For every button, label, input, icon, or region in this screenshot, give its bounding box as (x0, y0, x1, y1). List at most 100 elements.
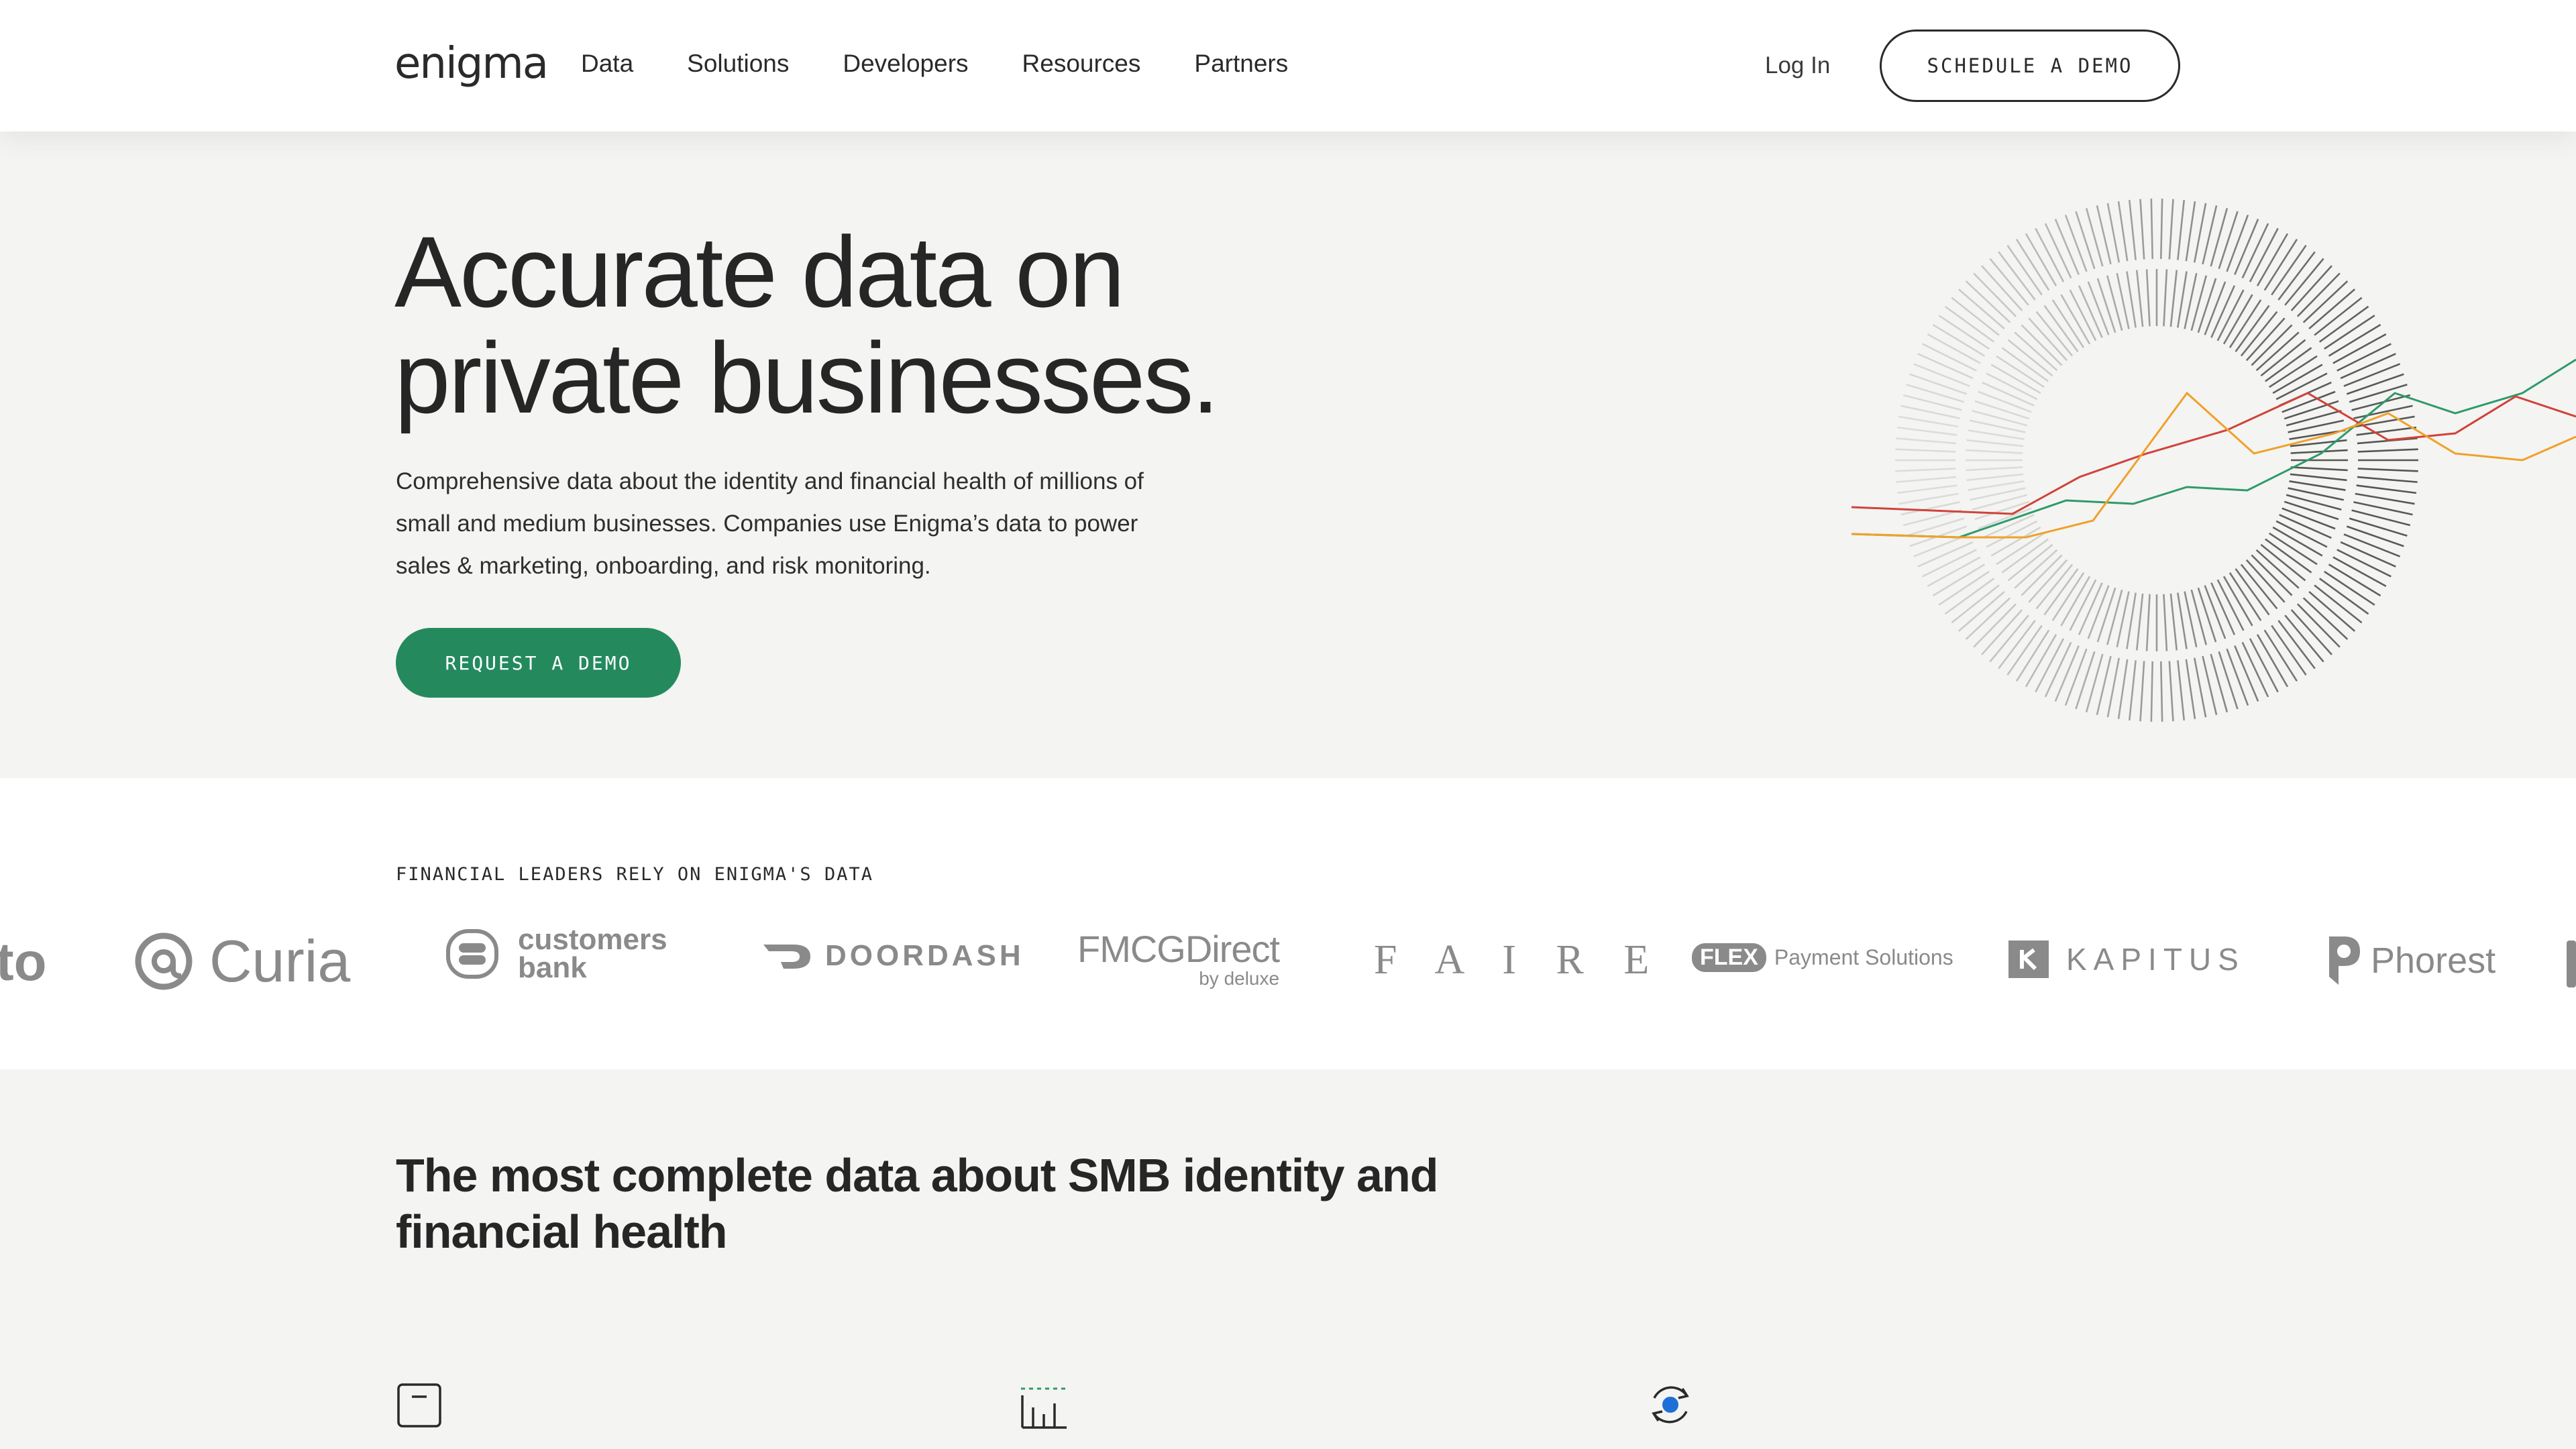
nav-item-data[interactable]: Data (581, 50, 633, 78)
radial-tick (2128, 200, 2137, 260)
radial-tick (1906, 517, 1965, 537)
radial-tick (1895, 448, 1956, 453)
radial-tick (2197, 278, 2217, 333)
radial-tick (2340, 353, 2396, 380)
hero-description: Comprehensive data about the identity an… (396, 460, 1228, 587)
radial-tick (2145, 594, 2151, 651)
radial-tick (2169, 270, 2178, 327)
main-nav: Data Solutions Developers Resources Part… (581, 50, 1288, 78)
radial-tick (2075, 651, 2096, 710)
login-link[interactable]: Log In (1765, 52, 1830, 79)
radial-tick (2218, 651, 2239, 710)
radial-tick (2075, 211, 2096, 270)
radial-tick (2106, 203, 2121, 263)
radial-tick (2204, 585, 2226, 639)
radial-tick (2185, 659, 2196, 720)
curia-text: Curia (209, 928, 351, 994)
radial-tick (2251, 554, 2293, 596)
fmcg-text: FMCGDirect (1077, 928, 1280, 970)
nav-item-solutions[interactable]: Solutions (687, 50, 789, 78)
radial-tick (2117, 201, 2129, 262)
customers-text: customers (518, 923, 667, 956)
radial-tick (2054, 645, 2080, 702)
radial-tick (2356, 484, 2417, 494)
radial-tick (2193, 203, 2207, 263)
radial-tick (2226, 648, 2249, 706)
hero-description-line-3: sales & marketing, onboarding, and risk … (396, 553, 931, 579)
radial-tick (2168, 661, 2174, 722)
radial-tick (1968, 480, 2025, 491)
partial-brand-icon (2567, 941, 2576, 987)
phorest-icon (2329, 936, 2360, 985)
enigma-logo[interactable]: enigma (394, 39, 549, 89)
radial-rings (1895, 199, 2418, 722)
radial-tick (2128, 660, 2137, 720)
radial-tick (1968, 429, 2025, 440)
radial-tick (2346, 525, 2404, 547)
bank-text: bank (518, 951, 587, 984)
features-section: The most complete data about SMB identit… (0, 1069, 2576, 1449)
radial-tick (2290, 473, 2347, 482)
radial-tick (2290, 449, 2348, 454)
radial-tick (2163, 594, 2168, 651)
radial-tick (2177, 271, 2188, 328)
bar-chart-icon (1021, 1387, 1067, 1429)
radial-tick (1966, 439, 2024, 447)
radial-tick (1966, 449, 2023, 454)
partial-brand-logo-right (2567, 941, 2576, 987)
refresh-icon (1652, 1386, 1689, 1424)
radial-tick (2357, 476, 2418, 483)
hero-section: Accurate data on private businesses. Com… (0, 131, 2576, 778)
radial-tick (1896, 476, 1957, 483)
radial-tick (1966, 473, 2024, 482)
features-title-line-2: financial health (396, 1205, 728, 1258)
fmcg-direct-logo: FMCGDirect by deluxe (1077, 927, 1280, 989)
radial-tick (1909, 373, 1968, 395)
radial-tick (2177, 660, 2186, 720)
radial-tick (2021, 324, 2063, 366)
radial-tick (1898, 415, 1959, 428)
radial-tick (2135, 270, 2144, 327)
fmcg-subtext: by deluxe (1199, 968, 1280, 989)
radial-tick (2087, 585, 2110, 639)
flex-logo: FLEX Payment Solutions (1692, 943, 1953, 972)
radial-tick (2021, 554, 2063, 596)
radial-tick (2197, 587, 2217, 643)
radial-tick (2168, 199, 2174, 260)
document-icon (397, 1383, 441, 1428)
radial-tick (1978, 507, 2032, 530)
schedule-demo-button[interactable]: SCHEDULE A DEMO (1880, 30, 2180, 102)
features-title: The most complete data about SMB identit… (396, 1147, 1469, 1260)
features-title-line-1: The most complete data about SMB identit… (396, 1149, 1438, 1201)
customers-bank-icon (446, 929, 498, 979)
request-demo-button[interactable]: REQUEST A DEMO (396, 628, 681, 698)
partial-brand-logo: to (0, 931, 47, 993)
radial-tick (2163, 269, 2168, 327)
hero-title: Accurate data on private businesses. (394, 219, 1334, 431)
radial-tick (1917, 353, 1974, 380)
nav-item-developers[interactable]: Developers (843, 50, 968, 78)
flex-text: Payment Solutions (1774, 945, 1953, 969)
radial-tick (2177, 200, 2186, 260)
hero-description-line-2: small and medium businesses. Companies u… (396, 511, 1138, 537)
kapitus-icon (2008, 941, 2049, 978)
radial-tick (2357, 448, 2418, 453)
nav-item-resources[interactable]: Resources (1022, 50, 1141, 78)
at-sign-icon (135, 932, 193, 990)
radial-tick (2346, 373, 2404, 395)
phorest-logo: Phorest (2324, 934, 2496, 987)
radial-tick (2064, 648, 2088, 706)
radial-tick (2096, 278, 2116, 333)
radial-tick (2355, 492, 2415, 505)
radial-tick (2234, 645, 2259, 702)
radial-tick (2054, 218, 2080, 275)
nav-item-partners[interactable]: Partners (1194, 50, 1288, 78)
phorest-text: Phorest (2371, 941, 2496, 981)
radial-tick (2349, 517, 2408, 537)
radial-tick (2289, 480, 2346, 491)
red-trend-line (1851, 392, 2576, 515)
radial-tick (2204, 281, 2226, 335)
radial-tick (2218, 211, 2239, 270)
radial-tick (1913, 363, 1970, 387)
radial-tick (2343, 363, 2401, 387)
